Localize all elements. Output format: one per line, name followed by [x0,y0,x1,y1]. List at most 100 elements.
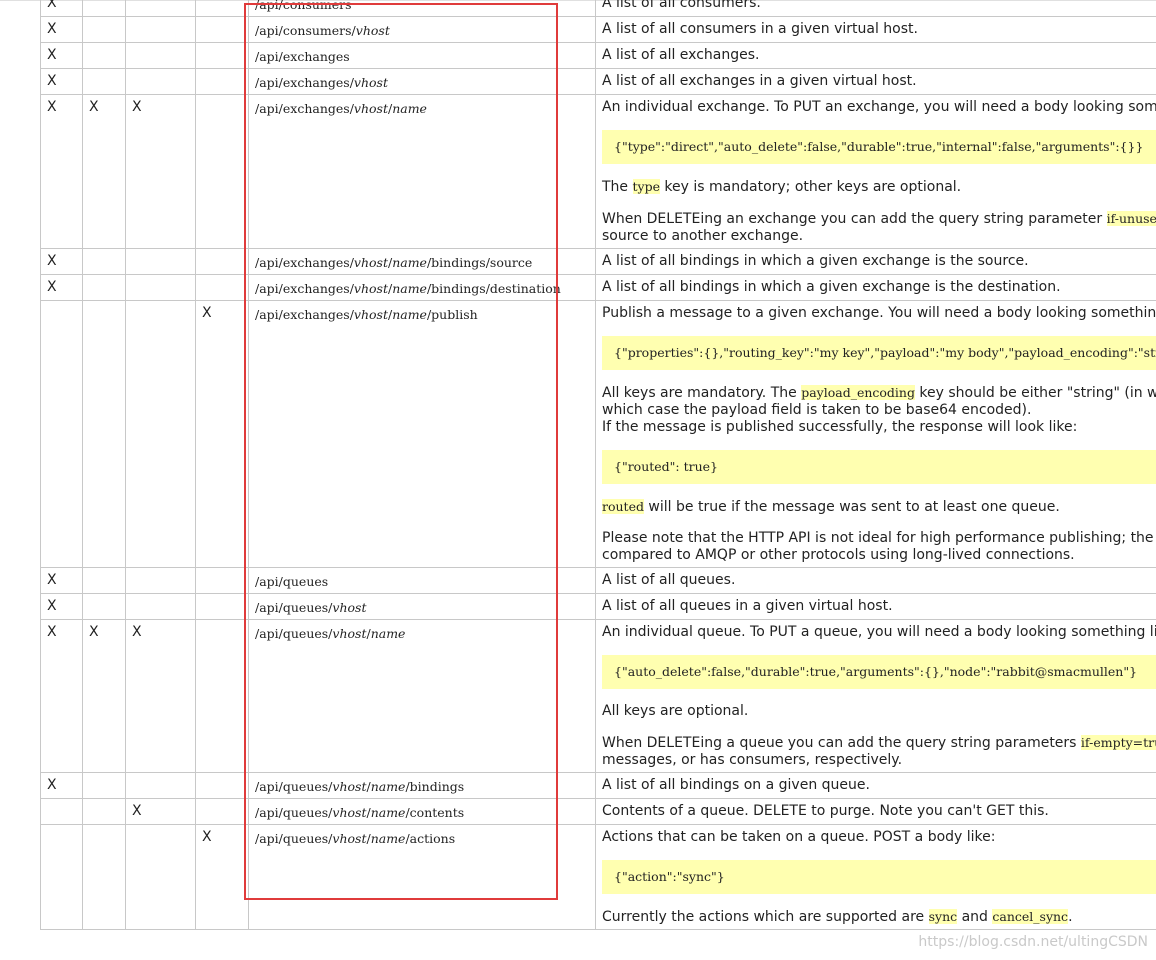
api-description: A list of all bindings in which a given … [595,248,1156,275]
put-mark [82,772,126,799]
post-mark [195,274,249,301]
table-row: X/api/exchanges/vhost/name/bindings/sour… [40,248,1156,275]
post-mark [195,772,249,799]
text-run: The [602,179,633,195]
description-text: Publish a message to a given exchange. Y… [602,305,1156,322]
path-segment: /api/exchanges/ [255,75,354,90]
path-param: vhost [332,626,367,641]
inline-code: routed [602,499,644,514]
delete-mark: X [125,798,196,825]
api-path: /api/exchanges [248,42,596,69]
path-param: name [392,307,427,322]
description-text: A list of all queues in a given virtual … [602,598,1156,615]
code-example: {"auto_delete":false,"durable":true,"arg… [602,655,1156,689]
path-param: vhost [332,600,367,615]
text-run: messages, or has consumers, respectively… [602,752,903,768]
text-run: When DELETEing an exchange you can add t… [602,211,1107,227]
path-param: name [370,779,406,794]
api-description: Actions that can be taken on a queue. PO… [595,824,1156,930]
text-run: A list of all bindings in which a given … [602,279,1061,295]
text-run: An individual exchange. To PUT an exchan… [602,99,1156,115]
post-mark [195,94,249,249]
table-row: X/api/exchanges/vhost/name/publish Publis… [40,300,1156,568]
delete-mark [125,772,196,799]
path-param: vhost [353,101,388,116]
put-mark [82,42,126,69]
table-row: X/api/queues/vhost A list of all queues i… [40,593,1156,620]
text-run: Publish a message to a given exchange. Y… [602,305,1156,321]
api-description: A list of all exchanges in a given virtu… [595,68,1156,95]
path-segment: /api/consumers [255,0,352,12]
inline-code: if-empty=true [1080,735,1156,750]
put-mark: X [82,94,126,249]
path-segment: /bindings/destination [426,281,561,296]
code-example: {"routed": true} [602,450,1156,484]
api-path: /api/consumers/vhost [248,16,596,43]
api-path: /api/queues [248,567,596,594]
delete-mark [125,42,196,69]
text-run: A list of all exchanges in a given virtu… [602,73,917,89]
inline-code: type [632,179,660,194]
path-segment: /contents [405,805,465,820]
api-description: Contents of a queue. DELETE to purge. No… [595,798,1156,825]
path-segment: /api/queues/ [255,600,333,615]
get-mark: X [40,274,83,301]
table-row: X X X/api/exchanges/vhost/name An individua… [40,94,1156,249]
path-segment: /api/queues/ [255,626,333,641]
description-text: All keys are optional. [602,703,1156,720]
path-segment: /api/exchanges/ [255,101,354,116]
code-example: {"type":"direct","auto_delete":false,"du… [602,130,1156,164]
get-mark: X [40,42,83,69]
description-text: Please note that the HTTP API is not ide… [602,530,1156,564]
post-mark [195,0,249,17]
delete-mark [125,68,196,95]
table-row: X/api/consumers/vhost A list of all consu… [40,16,1156,43]
description-text: A list of all exchanges. [602,47,1156,64]
code-example: {"action":"sync"} [602,860,1156,894]
http-api-table: X/api/consumers A list of all consumers. X… [40,0,1156,930]
get-mark: X [40,772,83,799]
api-reference-sheet: X/api/consumers A list of all consumers. X… [0,0,1156,960]
api-description: A list of all consumers in a given virtu… [595,16,1156,43]
text-run: A list of all consumers in a given virtu… [602,21,918,37]
text-run: compared to AMQP or other protocols usin… [602,547,1075,563]
api-path: /api/queues/vhost/name/bindings [248,772,596,799]
api-description: Publish a message to a given exchange. Y… [595,300,1156,568]
path-param: vhost [353,75,388,90]
text-run: Please note that the HTTP API is not ide… [602,530,1156,546]
text-run: Currently the actions which are supporte… [602,909,929,925]
delete-mark [125,16,196,43]
text-run: key is mandatory; other keys are optiona… [659,179,962,195]
put-mark [82,16,126,43]
table-row: X/api/consumers A list of all consumers. [40,0,1156,17]
path-param: name [392,101,427,116]
api-description: A list of all exchanges. [595,42,1156,69]
path-segment: /api/queues/ [255,831,333,846]
text-run: A list of all queues in a given virtual … [602,598,893,614]
description-text: A list of all exchanges in a given virtu… [602,73,1156,90]
get-mark: X [40,94,83,249]
get-mark [40,300,83,568]
text-run: Contents of a queue. DELETE to purge. No… [602,803,1049,819]
get-mark: X [40,567,83,594]
path-param: vhost [353,307,388,322]
delete-mark: X [125,94,196,249]
put-mark [82,798,126,825]
path-segment: /api/queues/ [255,805,333,820]
inline-code: if-unused=true [1106,211,1156,226]
table-row: X/api/exchanges A list of all exchanges. [40,42,1156,69]
path-param: name [370,831,406,846]
table-row: X/api/exchanges/vhost/name/bindings/dest… [40,274,1156,301]
text-run: which case the payload field is taken to… [602,402,1032,418]
path-segment: /actions [405,831,456,846]
put-mark [82,274,126,301]
text-run: All keys are optional. [602,703,749,719]
get-mark [40,824,83,930]
api-description: A list of all bindings on a given queue. [595,772,1156,799]
path-segment: /publish [426,307,478,322]
post-mark [195,619,249,773]
path-param: name [370,626,406,641]
text-run: . [1068,909,1073,925]
path-param: vhost [332,831,367,846]
text-run: A list of all bindings in which a given … [602,253,1029,269]
